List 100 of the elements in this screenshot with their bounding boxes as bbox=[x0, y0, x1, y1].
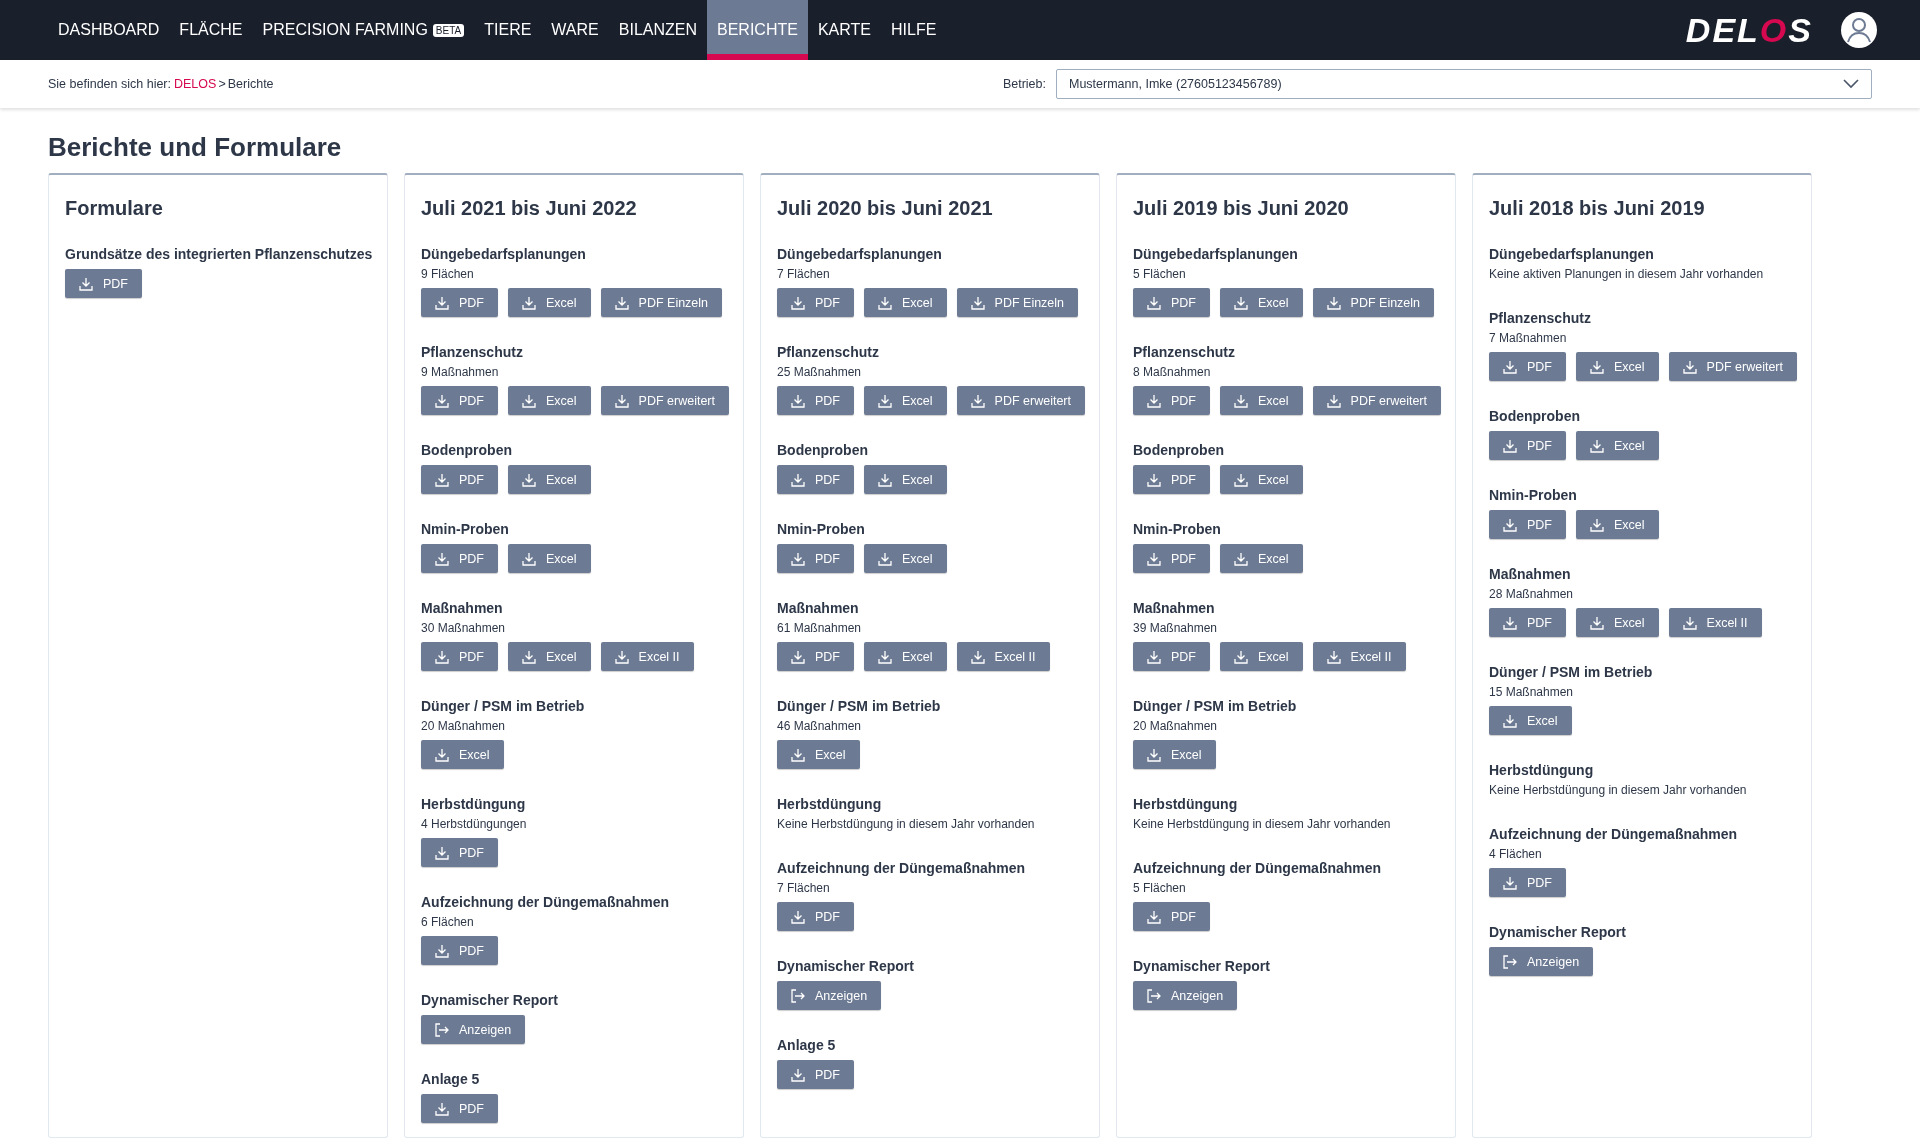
nav-tab[interactable]: BERICHTE bbox=[707, 0, 808, 60]
download-button[interactable]: Excel bbox=[508, 386, 591, 415]
download-button[interactable]: Excel bbox=[1220, 288, 1303, 317]
nav-tab[interactable]: DASHBOARD bbox=[48, 0, 170, 60]
download-button[interactable]: PDF erweitert bbox=[1312, 386, 1441, 415]
download-button[interactable]: PDF bbox=[777, 902, 854, 931]
download-button[interactable]: PDF erweitert bbox=[956, 386, 1085, 415]
download-button[interactable]: PDF Einzeln bbox=[956, 288, 1079, 317]
download-button[interactable]: Excel bbox=[1576, 510, 1659, 539]
download-icon bbox=[878, 551, 892, 566]
download-button[interactable]: PDF Einzeln bbox=[1312, 288, 1435, 317]
download-icon bbox=[1503, 517, 1517, 532]
download-button[interactable]: Excel bbox=[1576, 352, 1659, 381]
nav-tab[interactable]: PRECISION FARMING BETA bbox=[252, 0, 475, 60]
section-note: 20 Maßnahmen bbox=[1133, 718, 1219, 735]
section-title: Nmin-Proben bbox=[1489, 486, 1578, 505]
download-button[interactable]: PDF bbox=[1489, 868, 1566, 897]
section-title: Nmin-Proben bbox=[1133, 520, 1222, 539]
download-button[interactable]: Excel bbox=[864, 288, 947, 317]
download-button[interactable]: PDF bbox=[1489, 352, 1566, 381]
download-button[interactable]: Excel bbox=[1576, 608, 1659, 637]
download-button[interactable]: Excel bbox=[1220, 386, 1303, 415]
section-note: 9 Flächen bbox=[421, 266, 475, 283]
download-icon bbox=[435, 943, 449, 958]
section-title: Bodenproben bbox=[1489, 407, 1581, 426]
download-button[interactable]: Excel bbox=[1220, 642, 1303, 671]
show-button[interactable]: Anzeigen bbox=[777, 981, 882, 1010]
download-button[interactable]: PDF bbox=[421, 1094, 498, 1123]
show-button[interactable]: Anzeigen bbox=[1133, 981, 1238, 1010]
download-button[interactable]: PDF bbox=[777, 288, 854, 317]
nav-tab[interactable]: WARE bbox=[541, 0, 609, 60]
nav-tab[interactable]: TIERE bbox=[474, 0, 542, 60]
download-button[interactable]: PDF bbox=[1133, 544, 1210, 573]
download-button[interactable]: Excel bbox=[864, 544, 947, 573]
nav-tab[interactable]: BILANZEN bbox=[608, 0, 707, 60]
download-button[interactable]: PDF bbox=[1133, 386, 1210, 415]
download-button[interactable]: PDF bbox=[421, 936, 498, 965]
section-title: Dünger / PSM im Betrieb bbox=[1489, 663, 1654, 682]
section-note: 8 Maßnahmen bbox=[1133, 364, 1212, 381]
download-button[interactable]: PDF bbox=[65, 269, 142, 298]
download-button[interactable]: PDF Einzeln bbox=[600, 288, 723, 317]
nav-tab[interactable]: FLÄCHE bbox=[169, 0, 253, 60]
breadcrumb-label: Sie befinden sich hier: bbox=[48, 77, 171, 91]
download-button[interactable]: PDF erweitert bbox=[1668, 352, 1797, 381]
download-button[interactable]: PDF bbox=[777, 465, 854, 494]
show-button[interactable]: Anzeigen bbox=[1489, 947, 1594, 976]
download-button[interactable]: Excel bbox=[1220, 544, 1303, 573]
download-button[interactable]: PDF bbox=[421, 386, 498, 415]
download-button[interactable]: PDF bbox=[1489, 431, 1566, 460]
download-button[interactable]: PDF bbox=[421, 838, 498, 867]
user-avatar-icon[interactable] bbox=[1841, 12, 1877, 48]
download-button[interactable]: PDF bbox=[1133, 288, 1210, 317]
download-button[interactable]: Excel bbox=[864, 642, 947, 671]
download-button[interactable]: Excel bbox=[1220, 465, 1303, 494]
download-icon bbox=[1682, 359, 1697, 374]
download-icon bbox=[614, 393, 629, 408]
download-icon bbox=[970, 393, 985, 408]
betrieb-dropdown[interactable]: Mustermann, Imke (27605123456789) bbox=[1056, 69, 1872, 99]
download-button[interactable]: Excel bbox=[508, 465, 591, 494]
logo[interactable]: DELOS bbox=[1685, 10, 1813, 50]
section-note: 7 Maßnahmen bbox=[1489, 330, 1568, 347]
download-button[interactable]: Excel bbox=[777, 740, 860, 769]
download-button[interactable]: Excel bbox=[1133, 740, 1216, 769]
download-icon bbox=[791, 747, 805, 762]
download-button[interactable]: PDF bbox=[1133, 642, 1210, 671]
download-button[interactable]: PDF bbox=[421, 465, 498, 494]
download-button[interactable]: Excel bbox=[508, 642, 591, 671]
download-button[interactable]: Excel bbox=[1576, 431, 1659, 460]
section-title: Aufzeichnung der Düngemaßnahmen bbox=[421, 893, 671, 912]
download-button[interactable]: PDF bbox=[421, 642, 498, 671]
download-button[interactable]: PDF bbox=[421, 288, 498, 317]
download-button[interactable]: PDF erweitert bbox=[600, 386, 729, 415]
download-button[interactable]: Excel bbox=[421, 740, 504, 769]
nav-tab[interactable]: KARTE bbox=[807, 0, 881, 60]
download-button[interactable]: PDF bbox=[1133, 465, 1210, 494]
download-button[interactable]: PDF bbox=[777, 386, 854, 415]
download-button[interactable]: Excel bbox=[1489, 706, 1572, 735]
section-title: Maßnahmen bbox=[777, 599, 860, 618]
download-button[interactable]: PDF bbox=[777, 1060, 854, 1089]
download-icon bbox=[1147, 295, 1161, 310]
nav-tab[interactable]: HILFE bbox=[881, 0, 947, 60]
download-button[interactable]: Excel II bbox=[1668, 608, 1762, 637]
download-button[interactable]: Excel II bbox=[956, 642, 1050, 671]
download-button[interactable]: Excel bbox=[864, 465, 947, 494]
download-button[interactable]: PDF bbox=[421, 544, 498, 573]
download-button[interactable]: Excel bbox=[508, 288, 591, 317]
download-button[interactable]: PDF bbox=[777, 642, 854, 671]
download-button[interactable]: PDF bbox=[1133, 902, 1210, 931]
download-button[interactable]: PDF bbox=[1489, 608, 1566, 637]
breadcrumb-link[interactable]: DELOS bbox=[174, 77, 217, 91]
download-button[interactable]: Excel bbox=[508, 544, 591, 573]
section-title: Dynamischer Report bbox=[1133, 957, 1271, 976]
download-button[interactable]: PDF bbox=[777, 544, 854, 573]
download-button[interactable]: Excel II bbox=[600, 642, 694, 671]
download-button[interactable]: Excel II bbox=[1312, 642, 1406, 671]
download-button[interactable]: PDF bbox=[1489, 510, 1566, 539]
show-button[interactable]: Anzeigen bbox=[421, 1015, 526, 1044]
download-icon bbox=[1234, 551, 1248, 566]
download-button[interactable]: Excel bbox=[864, 386, 947, 415]
breadcrumb-current: Berichte bbox=[227, 77, 274, 91]
